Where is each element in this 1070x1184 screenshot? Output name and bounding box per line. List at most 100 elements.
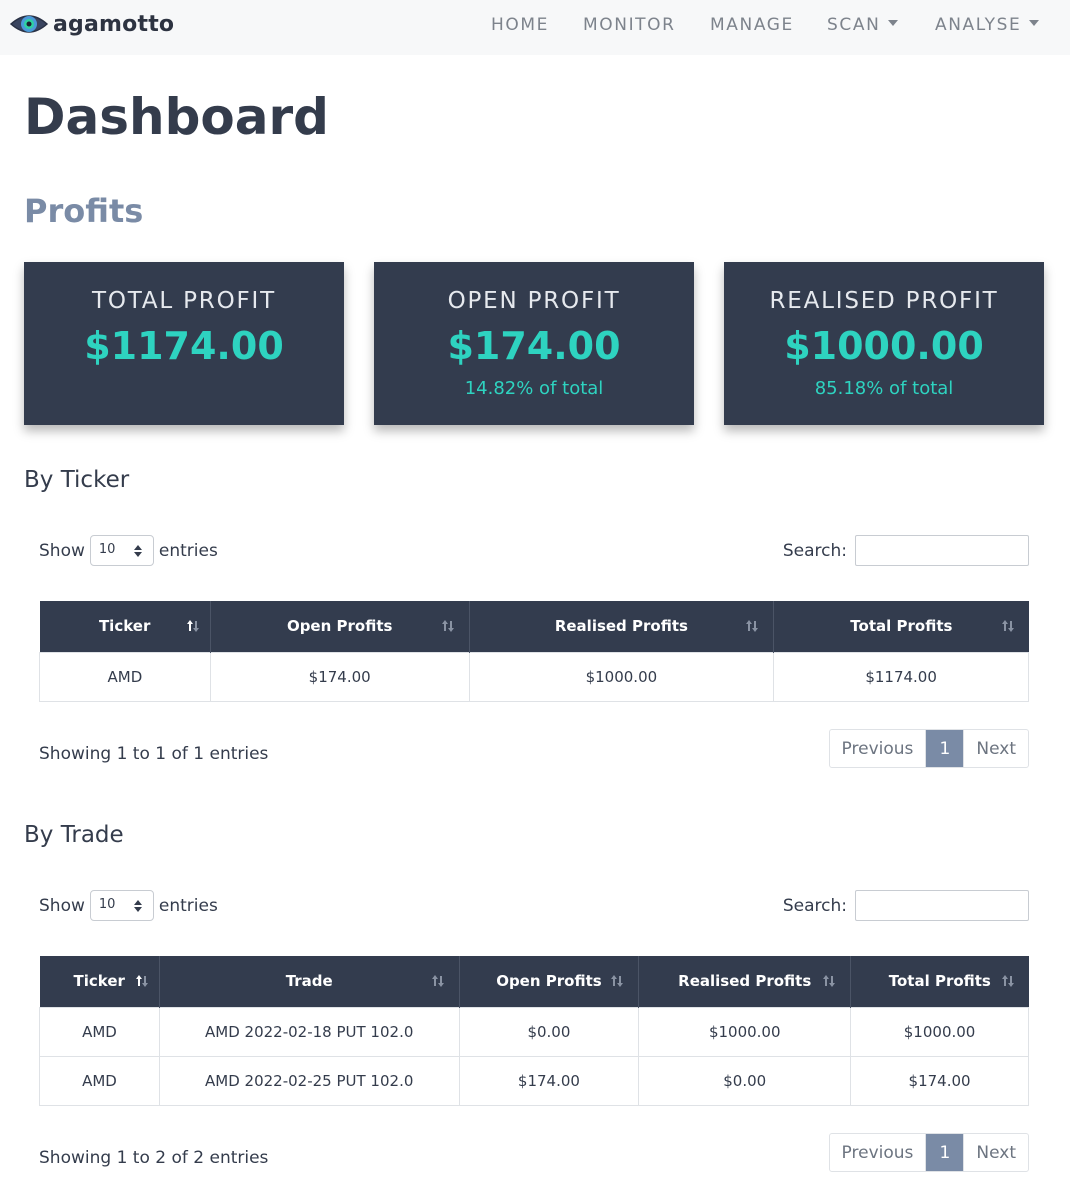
card-open-profit: OPEN PROFIT $174.00 14.82% of total — [374, 262, 694, 425]
navbar: agamotto HOME MONITOR MANAGE SCAN ANALYS… — [0, 0, 1070, 55]
column-label: Realised Profits — [678, 972, 812, 991]
select-arrows-icon — [133, 545, 142, 557]
column-label: Ticker — [73, 972, 125, 991]
sort-arrows-icon — [1001, 620, 1014, 632]
next-button[interactable]: Next — [963, 1134, 1028, 1171]
show-label: Show — [39, 540, 85, 561]
table-row: AMD AMD 2022-02-18 PUT 102.0 $0.00 $1000… — [39, 1006, 1029, 1057]
table-header-row: Ticker Open Profits Realised Profits Tot… — [39, 601, 1029, 652]
trade-length-control: Show 10 entries — [39, 890, 218, 921]
ticker-length-control: Show 10 entries — [39, 535, 218, 566]
caret-down-icon — [888, 20, 899, 26]
sort-arrows-icon — [1001, 975, 1014, 987]
sort-asc-icon — [135, 975, 148, 987]
brand-name: agamotto — [53, 11, 175, 37]
page-size-value: 10 — [98, 542, 116, 557]
trade-search-input[interactable] — [855, 890, 1029, 921]
column-header-ticker[interactable]: Ticker — [39, 956, 160, 1007]
sort-arrows-icon — [611, 975, 624, 987]
ticker-search-input[interactable] — [855, 535, 1029, 566]
trade-pagination: Previous 1 Next — [828, 1133, 1029, 1172]
column-label: Open Profits — [496, 972, 602, 991]
table-cell: AMD — [39, 1006, 160, 1057]
table-cell: AMD 2022-02-18 PUT 102.0 — [158, 1006, 460, 1057]
column-header-ticker[interactable]: Ticker — [39, 601, 211, 652]
trade-table: Ticker Trade Open Profits Realised Profi… — [39, 956, 1029, 1106]
page-size-value: 10 — [98, 897, 116, 912]
nav-home[interactable]: HOME — [491, 15, 549, 35]
nav-analyse-label: ANALYSE — [935, 15, 1022, 35]
table-cell: $1000.00 — [468, 651, 775, 702]
table-cell: AMD 2022-02-25 PUT 102.0 — [158, 1055, 460, 1106]
sort-asc-icon — [186, 620, 199, 632]
search-label: Search: — [782, 540, 847, 561]
entries-label: entries — [158, 540, 218, 561]
by-ticker-title: By Ticker — [24, 467, 130, 493]
table-cell: $0.00 — [458, 1006, 640, 1057]
column-label: Total Profits — [888, 972, 991, 991]
table-cell: $174.00 — [458, 1055, 640, 1106]
column-label: Realised Profits — [554, 617, 688, 636]
table-cell: $174.00 — [209, 651, 470, 702]
card-total-profit: TOTAL PROFIT $1174.00 — [24, 262, 344, 425]
page-1-button[interactable]: 1 — [926, 730, 964, 767]
table-row: AMD $174.00 $1000.00 $1174.00 — [39, 651, 1029, 702]
next-button[interactable]: Next — [963, 730, 1028, 767]
card-realised-profit: REALISED PROFIT $1000.00 85.18% of total — [724, 262, 1044, 425]
section-title-profits: Profits — [24, 192, 144, 230]
card-label: OPEN PROFIT — [447, 288, 621, 314]
column-label: Open Profits — [286, 617, 393, 636]
ticker-page-size-select[interactable]: 10 — [89, 535, 154, 566]
table-cell: AMD — [39, 1055, 160, 1106]
sort-arrows-icon — [441, 620, 454, 632]
ticker-table-info: Showing 1 to 1 of 1 entries — [39, 744, 269, 764]
page-title: Dashboard — [24, 88, 329, 146]
select-arrows-icon — [133, 900, 142, 912]
column-label: Ticker — [98, 617, 151, 636]
card-value: $174.00 — [447, 324, 621, 368]
card-percentage: 14.82% of total — [464, 378, 604, 399]
trade-page-size-select[interactable]: 10 — [89, 890, 154, 921]
ticker-search: Search: — [783, 535, 1029, 566]
caret-down-icon — [1029, 20, 1040, 26]
previous-button[interactable]: Previous — [830, 1134, 927, 1171]
sort-arrows-icon — [823, 975, 836, 987]
column-header-total-profits[interactable]: Total Profits — [773, 601, 1029, 652]
nav-analyse-dropdown[interactable]: ANALYSE — [935, 15, 1040, 35]
nav-scan-dropdown[interactable]: SCAN — [827, 15, 899, 35]
previous-button[interactable]: Previous — [830, 730, 927, 767]
sort-arrows-icon — [431, 975, 444, 987]
page-1-button[interactable]: 1 — [926, 1134, 964, 1171]
search-label: Search: — [782, 895, 847, 916]
ticker-table: Ticker Open Profits Realised Profits Tot… — [39, 601, 1029, 702]
table-header-row: Ticker Trade Open Profits Realised Profi… — [39, 956, 1029, 1007]
eye-logo-icon — [9, 15, 49, 33]
nav-monitor[interactable]: MONITOR — [583, 15, 676, 35]
nav-manage[interactable]: MANAGE — [710, 15, 794, 35]
table-row: AMD AMD 2022-02-25 PUT 102.0 $174.00 $0.… — [39, 1055, 1029, 1106]
table-cell: $1174.00 — [773, 651, 1029, 702]
column-header-open-profits[interactable]: Open Profits — [209, 601, 470, 652]
table-cell: $174.00 — [850, 1055, 1029, 1106]
column-header-realised-profits[interactable]: Realised Profits — [638, 956, 851, 1007]
trade-search: Search: — [783, 890, 1029, 921]
column-label: Total Profits — [850, 617, 953, 636]
by-trade-title: By Trade — [24, 822, 124, 848]
column-label: Trade — [285, 972, 333, 991]
show-label: Show — [39, 895, 85, 916]
card-percentage: 85.18% of total — [814, 378, 954, 399]
table-cell: AMD — [39, 651, 211, 702]
card-label: REALISED PROFIT — [769, 288, 999, 314]
column-header-total-profits[interactable]: Total Profits — [850, 956, 1029, 1007]
column-header-trade[interactable]: Trade — [158, 956, 460, 1007]
nav-scan-label: SCAN — [827, 15, 881, 35]
column-header-open-profits[interactable]: Open Profits — [458, 956, 639, 1007]
sort-arrows-icon — [746, 620, 759, 632]
card-value: $1174.00 — [84, 324, 284, 368]
table-cell: $1000.00 — [850, 1006, 1029, 1057]
brand-link[interactable]: agamotto — [9, 11, 174, 37]
ticker-pagination: Previous 1 Next — [828, 729, 1029, 768]
card-label: TOTAL PROFIT — [92, 288, 276, 314]
column-header-realised-profits[interactable]: Realised Profits — [468, 601, 774, 652]
card-value: $1000.00 — [784, 324, 984, 368]
